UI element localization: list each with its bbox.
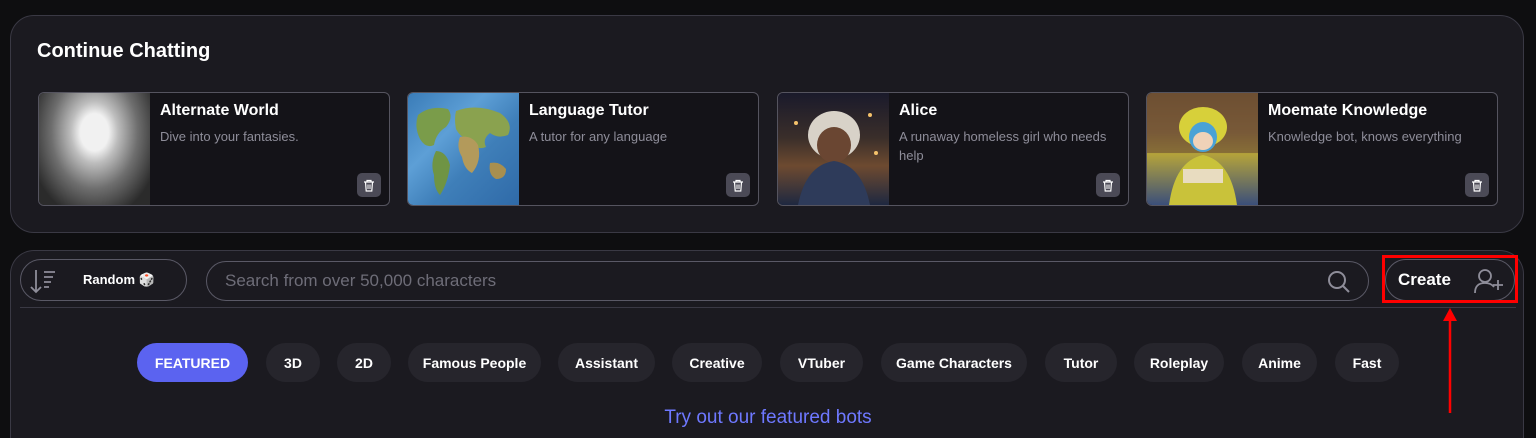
character-avatar <box>408 93 519 205</box>
search-bar <box>206 261 1369 301</box>
character-avatar <box>778 93 889 205</box>
character-description: A tutor for any language <box>529 129 668 144</box>
character-name: Language Tutor <box>529 102 649 119</box>
delete-button[interactable] <box>1465 173 1489 197</box>
character-name: Moemate Knowledge <box>1268 102 1428 119</box>
anime-boy-image <box>1147 93 1258 205</box>
tab-2d[interactable]: 2D <box>337 343 391 382</box>
character-description: Knowledge bot, knows everything <box>1268 129 1462 144</box>
trash-icon <box>1103 179 1113 192</box>
chat-card-alice[interactable]: Alice A runaway homeless girl who needs … <box>777 92 1129 206</box>
character-name: Alternate World <box>160 102 279 119</box>
featured-heading: Try out our featured bots <box>664 407 872 428</box>
search-input[interactable] <box>225 262 1315 300</box>
character-avatar <box>39 93 150 205</box>
anime-girl-image <box>794 111 878 205</box>
chat-card-moemate-knowledge[interactable]: Moemate Knowledge Knowledge bot, knows e… <box>1146 92 1498 206</box>
annotation-highlight-box <box>1382 255 1518 303</box>
tab-featured[interactable]: FEATURED <box>137 343 248 382</box>
tab-fast[interactable]: Fast <box>1335 343 1399 382</box>
sort-icon <box>30 270 55 294</box>
browse-panel: Random 🎲 Create FEATURED 3D 2D Famous Pe… <box>10 250 1524 438</box>
trash-icon <box>733 179 743 192</box>
tab-anime[interactable]: Anime <box>1242 343 1317 382</box>
sort-label: Random 🎲 <box>83 272 155 287</box>
recent-chats-list: Alternate World Dive into your fantasies… <box>38 92 1498 206</box>
world-map-image <box>416 107 510 195</box>
annotation-arrow-icon <box>1443 308 1457 413</box>
tab-roleplay[interactable]: Roleplay <box>1134 343 1224 382</box>
delete-button[interactable] <box>357 173 381 197</box>
trash-icon <box>1472 179 1482 192</box>
tab-vtuber[interactable]: VTuber <box>780 343 863 382</box>
tab-famous-people[interactable]: Famous People <box>408 343 541 382</box>
trash-icon <box>364 179 374 192</box>
delete-button[interactable] <box>1096 173 1120 197</box>
continue-chatting-panel: Continue Chatting Alternate World Dive i… <box>10 15 1524 233</box>
character-name: Alice <box>899 102 938 119</box>
divider <box>20 307 1516 308</box>
tab-assistant[interactable]: Assistant <box>558 343 655 382</box>
chat-card-language-tutor[interactable]: Language Tutor A tutor for any language <box>407 92 759 206</box>
character-avatar <box>1147 93 1258 205</box>
character-description: A runaway homeless girl who needs help <box>899 129 1107 163</box>
tab-tutor[interactable]: Tutor <box>1045 343 1117 382</box>
search-icon[interactable] <box>1327 270 1351 294</box>
tab-game-characters[interactable]: Game Characters <box>881 343 1027 382</box>
sort-button[interactable]: Random 🎲 <box>20 259 187 301</box>
delete-button[interactable] <box>726 173 750 197</box>
character-description: Dive into your fantasies. <box>160 129 299 144</box>
section-title: Continue Chatting <box>37 40 211 62</box>
chat-card-alternate-world[interactable]: Alternate World Dive into your fantasies… <box>38 92 390 206</box>
tab-creative[interactable]: Creative <box>672 343 762 382</box>
tab-3d[interactable]: 3D <box>266 343 320 382</box>
page: Continue Chatting Alternate World Dive i… <box>0 0 1536 438</box>
